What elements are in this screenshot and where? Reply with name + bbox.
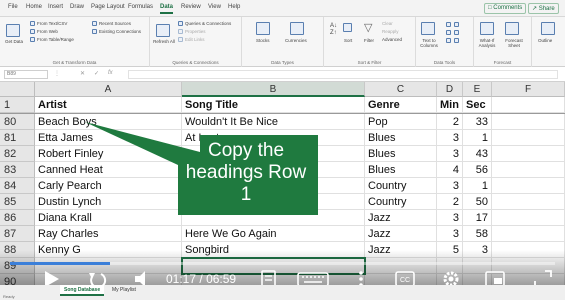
callout-text: Copy the headings Row 1	[185, 140, 307, 205]
status-text: Ready	[3, 294, 15, 299]
svg-text:CC: CC	[400, 277, 410, 284]
sheet-tab-bar: Song Database My Playlist	[0, 285, 565, 300]
duration: 06:59	[206, 272, 237, 286]
video-time: 01:17 / 06:59	[166, 272, 236, 286]
sheet-tab-my-playlist[interactable]: My Playlist	[108, 285, 140, 296]
video-progress-fill	[10, 262, 111, 265]
video-progress-bar[interactable]	[10, 262, 555, 265]
sheet-tab-song-database[interactable]: Song Database	[60, 285, 105, 296]
time-separator: /	[199, 272, 203, 286]
current-time: 01:17	[166, 272, 197, 286]
